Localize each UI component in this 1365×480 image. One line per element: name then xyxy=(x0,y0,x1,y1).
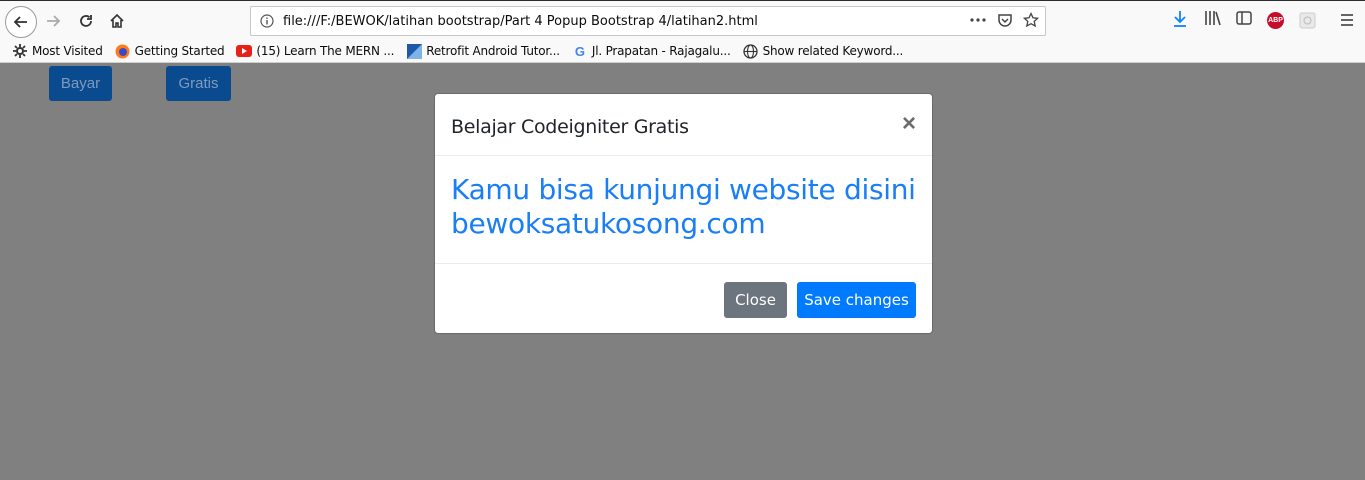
bookmark-most-visited[interactable]: Most Visited xyxy=(12,43,103,59)
bookmark-label: Jl. Prapatan - Rajagalu... xyxy=(591,44,731,58)
menu-button[interactable] xyxy=(1340,13,1354,27)
bookmark-label: Most Visited xyxy=(32,44,103,58)
adblock-icon: ABP xyxy=(1267,12,1284,29)
globe-icon xyxy=(743,43,759,59)
adblock-button[interactable]: ABP xyxy=(1267,12,1284,29)
sidebar-icon xyxy=(1236,11,1252,25)
home-button[interactable] xyxy=(103,7,131,35)
bayar-button[interactable]: Bayar xyxy=(49,66,112,101)
reload-icon xyxy=(80,15,92,27)
bookmark-label: Retrofit Android Tutor... xyxy=(426,44,560,58)
save-changes-button[interactable]: Save changes xyxy=(797,282,916,318)
bookmark-youtube-mern[interactable]: (15) Learn The MERN ... xyxy=(236,43,394,59)
back-arrow-icon xyxy=(13,16,27,28)
bookmark-label: Show related Keyword... xyxy=(762,44,904,58)
bookmark-star-icon[interactable] xyxy=(1023,12,1039,28)
url-bar[interactable]: file:///F:/BEWOK/latihan bootstrap/Part … xyxy=(250,6,1046,36)
bookmark-show-keyword[interactable]: Show related Keyword... xyxy=(743,43,904,59)
home-icon xyxy=(110,13,124,28)
bookmark-google-maps[interactable]: G Jl. Prapatan - Rajagalu... xyxy=(572,43,731,59)
sidebar-button[interactable] xyxy=(1236,10,1252,26)
firefox-icon xyxy=(115,43,131,59)
modal-title: Belajar Codeigniter Gratis xyxy=(451,116,689,138)
pocket-icon[interactable] xyxy=(997,12,1013,28)
modal-body: Kamu bisa kunjungi website disini bewoks… xyxy=(451,173,916,241)
google-icon: G xyxy=(574,43,585,59)
modal-body-link[interactable]: bewoksatukosong.com xyxy=(451,207,911,241)
bookmark-getting-started[interactable]: Getting Started xyxy=(115,43,225,59)
bookmarks-toolbar: Most Visited Getting Started (15) Learn … xyxy=(0,40,1365,63)
reload-button[interactable] xyxy=(72,7,100,35)
download-icon xyxy=(1174,11,1186,27)
youtube-icon xyxy=(236,43,253,59)
forward-button[interactable] xyxy=(39,7,67,35)
modal-header: Belajar Codeigniter Gratis × xyxy=(435,94,932,156)
info-icon[interactable] xyxy=(260,14,274,28)
extension-button[interactable] xyxy=(1299,12,1316,29)
url-text[interactable]: file:///F:/BEWOK/latihan bootstrap/Part … xyxy=(283,14,758,29)
forward-arrow-icon xyxy=(47,15,61,27)
retrofit-icon xyxy=(406,43,422,59)
gear-icon xyxy=(12,43,28,59)
downloads-button[interactable] xyxy=(1172,10,1188,28)
gratis-button[interactable]: Gratis xyxy=(166,66,231,101)
modal-footer: Close Save changes xyxy=(435,263,932,335)
modal-body-text: Kamu bisa kunjungi website disini xyxy=(451,173,916,206)
bookmark-label: Getting Started xyxy=(134,44,225,58)
modal-dialog: Belajar Codeigniter Gratis × Kamu bisa k… xyxy=(434,93,933,334)
page-actions-icon[interactable] xyxy=(969,12,987,28)
bookmark-label: (15) Learn The MERN ... xyxy=(256,44,395,58)
browser-toolbar: file:///F:/BEWOK/latihan bootstrap/Part … xyxy=(0,0,1365,40)
bookmark-retrofit[interactable]: Retrofit Android Tutor... xyxy=(406,43,560,59)
close-button[interactable]: Close xyxy=(724,282,787,318)
close-icon[interactable]: × xyxy=(902,111,916,137)
back-button[interactable] xyxy=(5,6,37,38)
library-icon xyxy=(1205,11,1221,26)
hamburger-menu-icon xyxy=(1341,14,1353,26)
extension-icon xyxy=(1299,12,1316,29)
library-button[interactable] xyxy=(1204,10,1222,26)
